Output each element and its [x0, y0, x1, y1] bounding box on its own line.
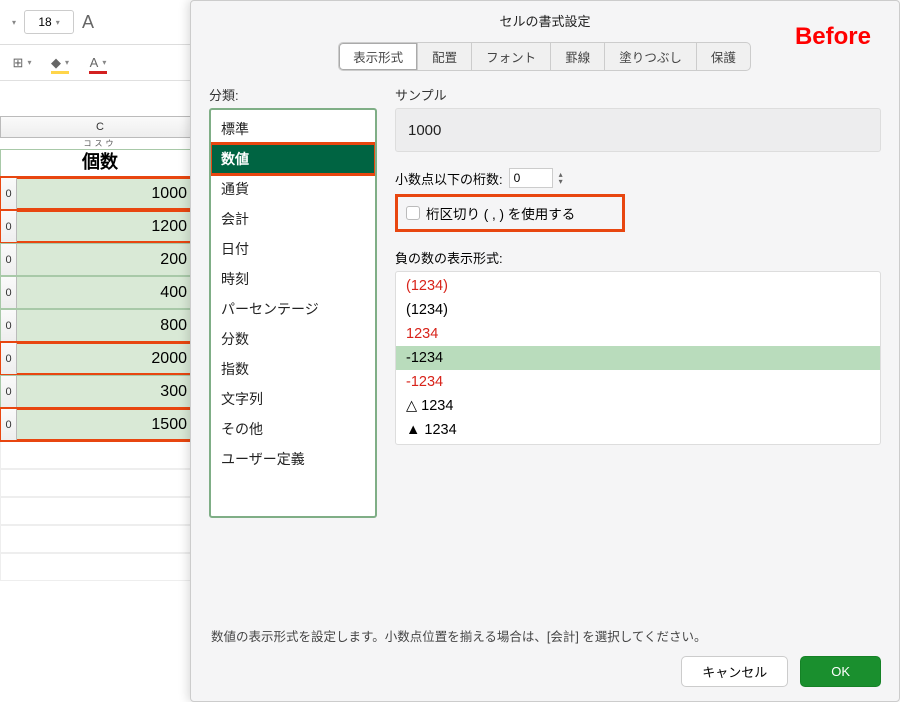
category-list[interactable]: 標準数値通貨会計日付時刻パーセンテージ分数指数文字列その他ユーザー定義 [209, 108, 377, 518]
cell-value: 200 [160, 251, 187, 269]
row-stub: 0 [1, 310, 17, 341]
empty-cell[interactable] [0, 469, 200, 497]
cell-value: 400 [160, 284, 187, 302]
category-item[interactable]: 数値 [211, 144, 375, 174]
column-header[interactable]: C [0, 116, 200, 138]
dialog-title: セルの書式設定 [191, 1, 899, 36]
tab-4[interactable]: 塗りつぶし [604, 42, 697, 71]
category-item[interactable]: 通貨 [211, 174, 375, 204]
annotation-before: Before [795, 23, 871, 51]
spreadsheet-background: ▾ 18 ▾ A ⊞▾ ◆▾ A▾ C コスウ 個数 0100001200020… [0, 0, 200, 702]
cell-value: 300 [160, 383, 187, 401]
fill-color-button[interactable]: ◆▾ [48, 51, 72, 75]
row-stub: 0 [1, 211, 17, 242]
row-stub: 0 [1, 277, 17, 308]
negative-format-item[interactable]: △ 1234 [396, 394, 880, 418]
row-stub: 0 [1, 409, 17, 440]
checkbox-icon[interactable] [406, 206, 420, 220]
tab-1[interactable]: 配置 [417, 42, 472, 71]
category-label: 分類: [209, 85, 377, 104]
decimals-row: 小数点以下の桁数: ▴▾ [395, 168, 881, 188]
data-cell[interactable]: 0 1200 [0, 210, 200, 243]
increase-font-button[interactable]: A [82, 12, 94, 33]
data-cell[interactable]: 0 200 [0, 243, 200, 276]
category-item[interactable]: 会計 [211, 204, 375, 234]
category-item[interactable]: 分数 [211, 324, 375, 354]
tab-5[interactable]: 保護 [696, 42, 751, 71]
thousands-label: 桁区切り ( , ) を使用する [426, 203, 575, 223]
decimals-label: 小数点以下の桁数: [395, 169, 503, 188]
data-cell[interactable]: 0 2000 [0, 342, 200, 375]
empty-cell[interactable] [0, 497, 200, 525]
dialog-tabs: 表示形式配置フォント罫線塗りつぶし保護 [320, 42, 770, 71]
cancel-button[interactable]: キャンセル [681, 656, 788, 687]
empty-cell[interactable] [0, 525, 200, 553]
sample-value: 1000 [408, 122, 441, 139]
category-item[interactable]: 文字列 [211, 384, 375, 414]
cell-value: 2000 [151, 350, 187, 368]
cell-value: 1000 [151, 185, 187, 203]
row-stub: 0 [1, 376, 17, 407]
data-cell[interactable]: 0 400 [0, 276, 200, 309]
category-item[interactable]: 標準 [211, 114, 375, 144]
chevron-down-icon: ▾ [56, 18, 60, 27]
header-cell[interactable]: 個数 [0, 149, 200, 177]
toolbar-row-1: ▾ 18 ▾ A [0, 0, 200, 45]
negative-format-label: 負の数の表示形式: [395, 248, 881, 267]
empty-cell[interactable] [0, 553, 200, 581]
negative-format-item[interactable]: -1234 [396, 346, 880, 370]
negative-format-item[interactable]: (1234) [396, 274, 880, 298]
dropdown-caret-icon[interactable]: ▾ [12, 18, 16, 27]
row-stub: 0 [1, 178, 17, 209]
decimals-input[interactable] [509, 168, 553, 188]
cell-value: 1200 [151, 218, 187, 236]
header-ruby: コスウ [0, 138, 200, 149]
negative-format-item[interactable]: ▲ 1234 [396, 418, 880, 442]
tab-0[interactable]: 表示形式 [338, 42, 418, 71]
data-cell[interactable]: 0 1000 [0, 177, 200, 210]
tab-2[interactable]: フォント [471, 42, 551, 71]
spreadsheet-grid: C コスウ 個数 0100001200020004000800020000300… [0, 116, 200, 581]
sample-label: サンプル [395, 85, 881, 104]
category-item[interactable]: 日付 [211, 234, 375, 264]
negative-format-item[interactable]: -1234 [396, 370, 880, 394]
decimals-stepper[interactable]: ▴▾ [559, 171, 563, 185]
data-cell[interactable]: 0 300 [0, 375, 200, 408]
negative-format-item[interactable]: (1234) [396, 298, 880, 322]
font-size-value: 18 [38, 15, 51, 29]
thousands-separator-checkbox-row[interactable]: 桁区切り ( , ) を使用する [395, 194, 625, 232]
data-cell[interactable]: 0 1500 [0, 408, 200, 441]
empty-cell[interactable] [0, 441, 200, 469]
category-item[interactable]: その他 [211, 414, 375, 444]
dialog-buttons: キャンセル OK [681, 656, 881, 687]
negative-format-item[interactable]: 1234 [396, 322, 880, 346]
borders-button[interactable]: ⊞▾ [10, 51, 34, 75]
sample-box: 1000 [395, 108, 881, 152]
format-cells-dialog: セルの書式設定 Before 表示形式配置フォント罫線塗りつぶし保護 分類: 標… [190, 0, 900, 702]
category-item[interactable]: ユーザー定義 [211, 444, 375, 474]
negative-format-list[interactable]: (1234)(1234)1234-1234-1234△ 1234▲ 1234 [395, 271, 881, 445]
category-item[interactable]: 時刻 [211, 264, 375, 294]
row-stub: 0 [1, 343, 17, 374]
font-size-input[interactable]: 18 ▾ [24, 10, 74, 34]
tab-3[interactable]: 罫線 [550, 42, 605, 71]
help-text: 数値の表示形式を設定します。小数点位置を揃える場合は、[会計] を選択してくださ… [211, 626, 879, 645]
row-stub: 0 [1, 244, 17, 275]
cell-value: 800 [160, 317, 187, 335]
toolbar-row-2: ⊞▾ ◆▾ A▾ [0, 45, 200, 81]
data-cell[interactable]: 0 800 [0, 309, 200, 342]
font-color-button[interactable]: A▾ [86, 51, 110, 75]
cell-value: 1500 [151, 416, 187, 434]
category-item[interactable]: 指数 [211, 354, 375, 384]
category-item[interactable]: パーセンテージ [211, 294, 375, 324]
ok-button[interactable]: OK [800, 656, 881, 687]
